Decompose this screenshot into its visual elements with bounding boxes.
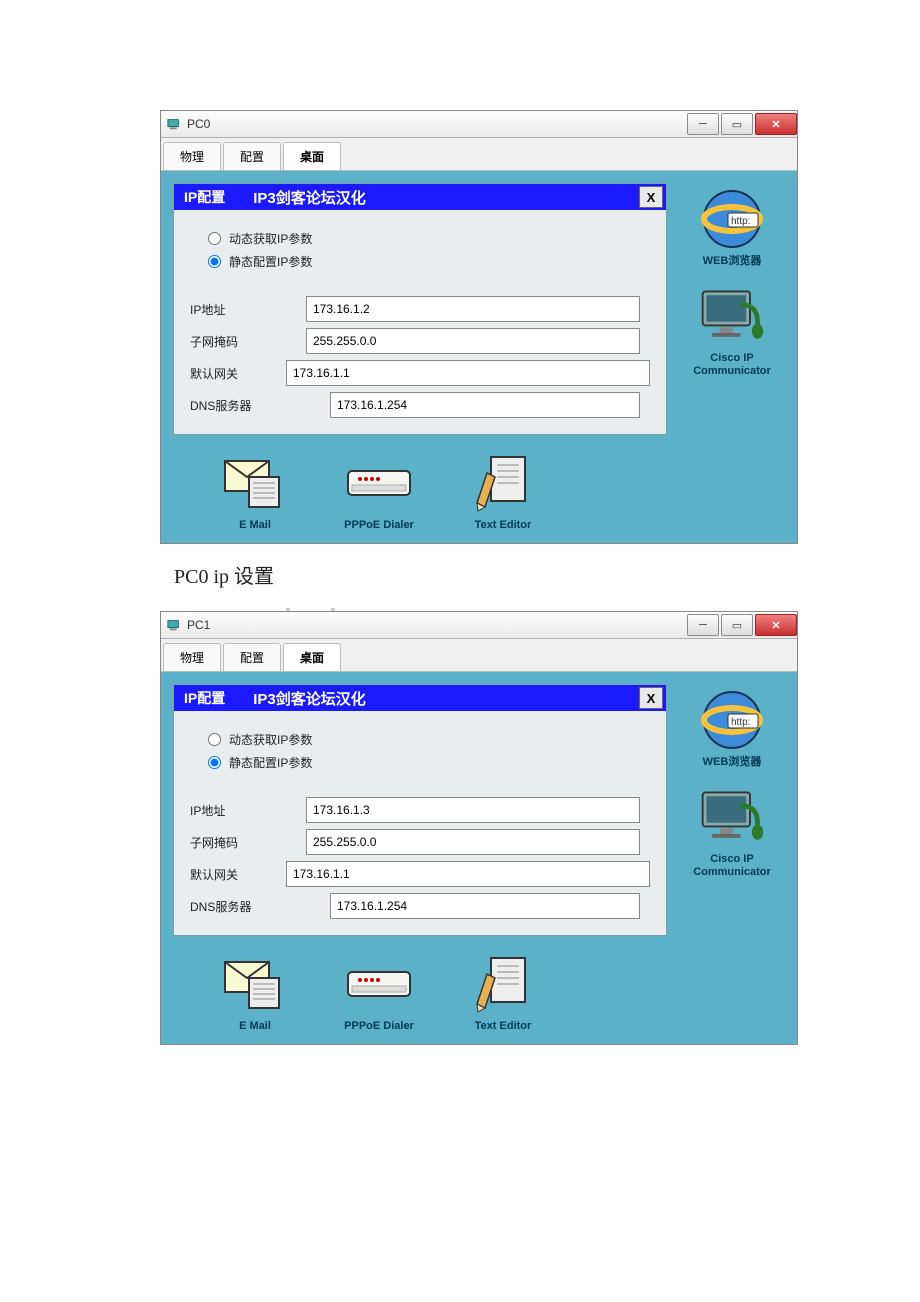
email-icon <box>221 956 289 1012</box>
close-button[interactable]: ✕ <box>755 614 797 636</box>
cisco-label: Cisco IP Communicator <box>683 853 781 879</box>
email-label: E Mail <box>239 1020 271 1032</box>
texteditor-label: Text Editor <box>475 519 532 531</box>
web-browser-label: WEB浏览器 <box>703 255 762 268</box>
window-title: PC1 <box>187 618 685 632</box>
browser-icon: http: <box>698 686 766 754</box>
gateway-input[interactable] <box>286 861 650 887</box>
pppoe-app[interactable]: PPPoE Dialer <box>331 451 427 531</box>
panel-title-left: IP配置 <box>174 688 243 708</box>
bottom-icon-row: E Mail PPPoE Dialer Text Editor <box>173 445 667 531</box>
radio-static[interactable] <box>208 756 221 769</box>
gateway-label: 默认网关 <box>190 365 286 382</box>
web-browser-app[interactable]: http: WEB浏览器 <box>693 684 771 773</box>
panel-header: IP配置 IP3剑客论坛汉化 X <box>174 184 666 210</box>
texteditor-icon <box>473 954 533 1014</box>
modem-icon <box>344 461 414 505</box>
ip-label: IP地址 <box>190 802 286 819</box>
tab-desktop[interactable]: 桌面 <box>283 643 341 671</box>
window-title: PC0 <box>187 117 685 131</box>
titlebar[interactable]: PC0 ─ ▭ ✕ <box>161 111 797 138</box>
ip-label: IP地址 <box>190 301 286 318</box>
radio-static[interactable] <box>208 255 221 268</box>
window-pc1: PC1 ─ ▭ ✕ 物理 配置 桌面 IP配置 IP3剑客论坛汉化 X <box>160 611 798 1045</box>
desktop-area: IP配置 IP3剑客论坛汉化 X 动态获取IP参数 静态配置IP参数 IP地址 … <box>161 672 797 1044</box>
panel-header: IP配置 IP3剑客论坛汉化 X <box>174 685 666 711</box>
web-browser-label: WEB浏览器 <box>703 756 762 769</box>
caption-pc0: PC0 ip 设置 <box>174 560 770 589</box>
titlebar[interactable]: PC1 ─ ▭ ✕ <box>161 612 797 639</box>
radio-static-label: 静态配置IP参数 <box>229 253 312 270</box>
svg-text:http:: http: <box>731 216 750 227</box>
subnet-label: 子网掩码 <box>190 333 286 350</box>
pppoe-label: PPPoE Dialer <box>344 519 414 531</box>
modem-icon <box>344 962 414 1006</box>
cisco-communicator-app[interactable]: Cisco IP Communicator <box>679 781 785 883</box>
texteditor-icon <box>473 453 533 513</box>
dns-input[interactable] <box>330 893 640 919</box>
gateway-input[interactable] <box>286 360 650 386</box>
dns-label: DNS服务器 <box>190 397 286 414</box>
tab-desktop[interactable]: 桌面 <box>283 142 341 170</box>
window-pc0: PC0 ─ ▭ ✕ 物理 配置 桌面 IP配置 IP3剑客论坛汉化 X <box>160 110 798 544</box>
gateway-label: 默认网关 <box>190 866 286 883</box>
close-button[interactable]: ✕ <box>755 113 797 135</box>
panel-close-button[interactable]: X <box>639 186 663 208</box>
app-icon <box>167 618 181 632</box>
ip-input[interactable] <box>306 797 640 823</box>
tab-physical[interactable]: 物理 <box>163 643 221 671</box>
web-browser-app[interactable]: http: WEB浏览器 <box>693 183 771 272</box>
maximize-button[interactable]: ▭ <box>721 614 753 636</box>
minimize-button[interactable]: ─ <box>687 113 719 135</box>
radio-dhcp[interactable] <box>208 733 221 746</box>
subnet-label: 子网掩码 <box>190 834 286 851</box>
radio-static-label: 静态配置IP参数 <box>229 754 312 771</box>
tab-physical[interactable]: 物理 <box>163 142 221 170</box>
panel-title-center: IP3剑客论坛汉化 <box>243 688 376 709</box>
panel-title-left: IP配置 <box>174 187 243 207</box>
ip-config-panel: IP配置 IP3剑客论坛汉化 X 动态获取IP参数 静态配置IP参数 IP地址 … <box>173 684 667 936</box>
panel-title-center: IP3剑客论坛汉化 <box>243 187 376 208</box>
subnet-input[interactable] <box>306 328 640 354</box>
email-label: E Mail <box>239 519 271 531</box>
monitor-headset-icon <box>697 284 767 348</box>
tab-strip: 物理 配置 桌面 <box>161 138 797 171</box>
panel-close-button[interactable]: X <box>639 687 663 709</box>
email-icon <box>221 455 289 511</box>
minimize-button[interactable]: ─ <box>687 614 719 636</box>
texteditor-app[interactable]: Text Editor <box>455 451 551 531</box>
tab-config[interactable]: 配置 <box>223 643 281 671</box>
texteditor-app[interactable]: Text Editor <box>455 952 551 1032</box>
bottom-icon-row: E Mail PPPoE Dialer Text Editor <box>173 946 667 1032</box>
monitor-headset-icon <box>697 785 767 849</box>
ip-config-panel: IP配置 IP3剑客论坛汉化 X 动态获取IP参数 静态配置IP参数 IP地址 … <box>173 183 667 435</box>
email-app[interactable]: E Mail <box>207 451 303 531</box>
tab-config[interactable]: 配置 <box>223 142 281 170</box>
dns-label: DNS服务器 <box>190 898 286 915</box>
email-app[interactable]: E Mail <box>207 952 303 1032</box>
svg-text:http:: http: <box>731 717 750 728</box>
cisco-communicator-app[interactable]: Cisco IP Communicator <box>679 280 785 382</box>
tab-strip: 物理 配置 桌面 <box>161 639 797 672</box>
radio-dhcp-label: 动态获取IP参数 <box>229 230 312 247</box>
desktop-area: IP配置 IP3剑客论坛汉化 X 动态获取IP参数 静态配置IP参数 IP地址 … <box>161 171 797 543</box>
ip-input[interactable] <box>306 296 640 322</box>
dns-input[interactable] <box>330 392 640 418</box>
pppoe-label: PPPoE Dialer <box>344 1020 414 1032</box>
cisco-label: Cisco IP Communicator <box>683 352 781 378</box>
radio-dhcp[interactable] <box>208 232 221 245</box>
browser-icon: http: <box>698 185 766 253</box>
subnet-input[interactable] <box>306 829 640 855</box>
texteditor-label: Text Editor <box>475 1020 532 1032</box>
radio-dhcp-label: 动态获取IP参数 <box>229 731 312 748</box>
maximize-button[interactable]: ▭ <box>721 113 753 135</box>
pppoe-app[interactable]: PPPoE Dialer <box>331 952 427 1032</box>
app-icon <box>167 117 181 131</box>
